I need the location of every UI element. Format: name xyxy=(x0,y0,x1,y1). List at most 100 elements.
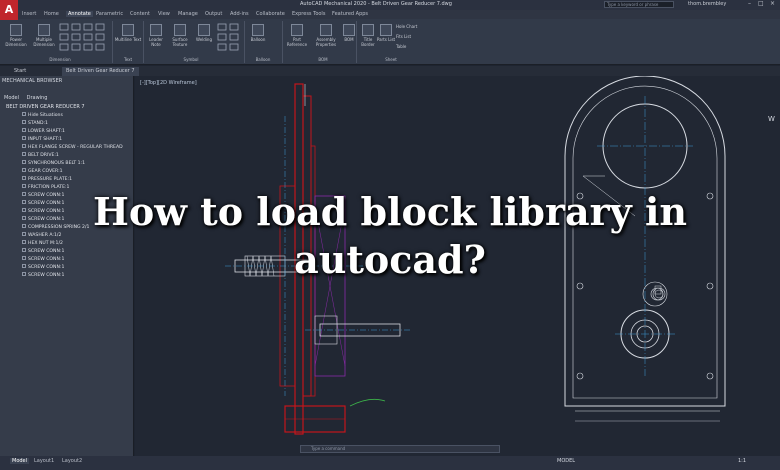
tab-manage[interactable]: Manage xyxy=(178,11,198,17)
tree-item[interactable]: INPUT SHAFT:1 xyxy=(22,136,62,142)
expand-icon xyxy=(22,264,26,268)
document-tabs: Start Belt Driven Gear Reducer 7 xyxy=(0,66,780,76)
app-logo[interactable]: A xyxy=(0,0,18,20)
expand-icon xyxy=(22,176,26,180)
command-line-input[interactable]: Type a command xyxy=(300,445,500,453)
tab-annotate[interactable]: Annotate xyxy=(66,11,93,17)
tab-express-tools[interactable]: Express Tools xyxy=(292,11,325,17)
expand-icon xyxy=(22,216,26,220)
ribbon-separator xyxy=(356,21,357,63)
expand-icon xyxy=(22,232,26,236)
surface-texture-icon xyxy=(174,24,186,36)
balloon-button[interactable]: Balloon xyxy=(246,24,270,42)
tab-parametric[interactable]: Parametric xyxy=(96,11,123,17)
browser-tabs: Model Drawing xyxy=(4,95,53,101)
assembly-properties-button[interactable]: Assembly Properties xyxy=(312,24,340,47)
ribbon-separator xyxy=(112,21,113,63)
dimension-tools-grid[interactable] xyxy=(58,22,112,52)
part-reference-button[interactable]: Part Reference xyxy=(284,24,310,47)
tree-item[interactable]: SYNCHRONOUS BELT 1:1 xyxy=(22,160,85,166)
surface-texture-button[interactable]: Surface Texture xyxy=(168,24,192,47)
parts-list-button[interactable]: Parts List xyxy=(376,24,396,42)
multiline-text-button[interactable]: Multiline Text xyxy=(114,24,142,42)
group-balloon[interactable]: Balloon xyxy=(248,57,278,62)
welding-button[interactable]: Welding xyxy=(192,24,216,42)
tree-item[interactable]: SCREW CONN:1 xyxy=(22,216,64,222)
expand-icon xyxy=(22,112,26,116)
expand-icon xyxy=(22,128,26,132)
close-icon[interactable]: × xyxy=(770,0,775,7)
browser-title: MECHANICAL BROWSER xyxy=(2,78,63,84)
search-input[interactable]: Type a keyword or phrase xyxy=(604,1,674,8)
expand-icon xyxy=(22,144,26,148)
expand-icon xyxy=(22,184,26,188)
multi-dimension-icon xyxy=(38,24,50,36)
annotation-scale[interactable]: 1:1 xyxy=(738,458,746,464)
tree-item[interactable]: SCREW CONN:1 xyxy=(22,200,64,206)
tab-add-ins[interactable]: Add-ins xyxy=(230,11,249,17)
user-name[interactable]: thom.brembley xyxy=(688,1,726,7)
model-space-toggle[interactable]: MODEL xyxy=(557,458,575,464)
tree-item[interactable]: STAND:1 xyxy=(22,120,48,126)
tree-item[interactable]: Hide Situations xyxy=(22,112,63,118)
expand-icon xyxy=(22,168,26,172)
group-symbol[interactable]: Symbol xyxy=(176,57,206,62)
tab-home[interactable]: Home xyxy=(44,11,59,17)
layout-tab-model[interactable]: Model xyxy=(10,458,30,464)
expand-icon xyxy=(22,136,26,140)
tree-item[interactable]: HEX NUT M:1/2 xyxy=(22,240,63,246)
browser-tab-model[interactable]: Model xyxy=(4,95,19,101)
layout-tab-layout1[interactable]: Layout1 xyxy=(34,458,54,464)
leader-icon xyxy=(150,24,162,36)
viewport-label[interactable]: [-][Top][2D Wireframe] xyxy=(140,80,197,86)
balloon-icon xyxy=(252,24,264,36)
tab-view[interactable]: View xyxy=(158,11,170,17)
tree-item[interactable]: SCREW CONN:1 xyxy=(22,248,64,254)
tab-belt-driven-gear-reducer[interactable]: Belt Driven Gear Reducer 7 xyxy=(62,67,139,76)
dimension-icon xyxy=(10,24,22,36)
tree-item[interactable]: SCREW CONN:1 xyxy=(22,272,64,278)
expand-icon xyxy=(22,120,26,124)
title-border-button[interactable]: Title Border xyxy=(358,24,378,47)
layout-tab-layout2[interactable]: Layout2 xyxy=(62,458,82,464)
group-dimension[interactable]: Dimension xyxy=(40,57,80,62)
tree-item[interactable]: SCREW CONN:1 xyxy=(22,192,64,198)
power-dimension-button[interactable]: Power Dimension xyxy=(2,24,30,47)
tree-item[interactable]: GEAR COVER:1 xyxy=(22,168,63,174)
tab-content[interactable]: Content xyxy=(130,11,150,17)
leader-note-button[interactable]: Leader Note xyxy=(144,24,168,47)
maximize-icon[interactable]: □ xyxy=(758,0,764,7)
tree-item[interactable]: WASHER A:1/2 xyxy=(22,232,61,238)
group-text[interactable]: Text xyxy=(116,57,140,62)
fits-list-button[interactable]: Fits List xyxy=(396,34,432,39)
ribbon-separator xyxy=(244,21,245,63)
minimize-icon[interactable]: – xyxy=(748,0,751,7)
tree-item[interactable]: HEX FLANGE SCREW - REGULAR THREAD xyxy=(22,144,123,150)
symbol-tools-grid[interactable] xyxy=(216,22,242,52)
expand-icon xyxy=(22,256,26,260)
expand-icon xyxy=(22,160,26,164)
tree-item[interactable]: SCREW CONN:1 xyxy=(22,256,64,262)
tab-insert[interactable]: Insert xyxy=(22,11,36,17)
tree-root[interactable]: BELT DRIVEN GEAR REDUCER 7 xyxy=(6,104,85,110)
tree-item[interactable]: SCREW CONN:1 xyxy=(22,208,64,214)
group-sheet[interactable]: Sheet xyxy=(376,57,406,62)
parts-list-icon xyxy=(380,24,392,36)
hole-chart-button[interactable]: Hole Chart xyxy=(396,24,432,29)
viewcube-icon[interactable]: W xyxy=(768,115,775,123)
browser-tab-drawing[interactable]: Drawing xyxy=(27,95,48,101)
expand-icon xyxy=(22,272,26,276)
tab-output[interactable]: Output xyxy=(205,11,222,17)
tree-item[interactable]: BELT DRIVE:1 xyxy=(22,152,59,158)
tab-collaborate[interactable]: Collaborate xyxy=(256,11,285,17)
tab-featured-apps[interactable]: Featured Apps xyxy=(332,11,368,17)
group-bom[interactable]: BOM xyxy=(308,57,338,62)
tab-start[interactable]: Start xyxy=(10,67,30,76)
table-button[interactable]: Table xyxy=(396,44,432,49)
ribbon-separator xyxy=(282,21,283,63)
tree-item[interactable]: PRESSURE PLATE:1 xyxy=(22,176,72,182)
tree-item[interactable]: LOWER SHAFT:1 xyxy=(22,128,65,134)
multiple-dimension-button[interactable]: Multiple Dimension xyxy=(30,24,58,47)
expand-icon xyxy=(22,192,26,196)
tree-item[interactable]: SCREW CONN:1 xyxy=(22,264,64,270)
